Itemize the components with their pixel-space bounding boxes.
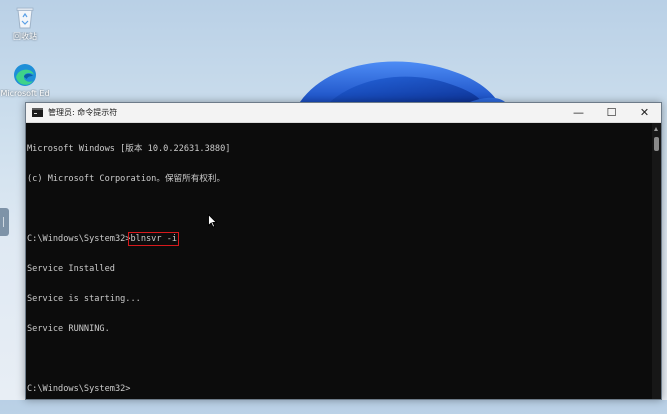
scrollbar-thumb[interactable] [654,137,659,151]
maximize-button[interactable]: ☐ [595,103,628,122]
desktop-icon-label: Microsoft Ed [0,89,50,98]
desktop-icon-label: 回收站 [13,32,37,41]
mouse-cursor-icon [208,214,217,228]
scrollbar[interactable] [652,123,661,399]
console-line: Service RUNNING. [27,324,110,334]
console-line-command: C:\Windows\System32>blnsvr -i [27,232,652,246]
edge-icon [14,64,36,86]
recycle-bin-icon [16,7,34,29]
desktop-icon-recycle-bin[interactable]: 回收站 [0,4,50,42]
desktop-icon-edge[interactable]: Microsoft Ed [0,62,50,99]
title-bar[interactable]: 管理员: 命令提示符 — ☐ ✕ [26,103,661,123]
cmd-icon [32,108,43,117]
console-line: (c) Microsoft Corporation。保留所有权利。 [27,174,226,184]
window-title: 管理员: 命令提示符 [48,108,118,117]
minimize-button[interactable]: — [562,103,595,122]
console-line: Microsoft Windows [版本 10.0.22631.3880] [27,144,231,154]
close-button[interactable]: ✕ [628,103,661,122]
console-prompt-line: C:\Windows\System32> [27,384,131,394]
highlighted-command: blnsvr -i [128,232,180,246]
scroll-up-icon[interactable] [654,127,658,131]
console-prompt: C:\Windows\System32> [27,234,131,244]
console-output[interactable]: Microsoft Windows [版本 10.0.22631.3880] (… [26,123,652,399]
console-line: Service Installed [27,264,115,274]
console-line: Service is starting... [27,294,141,304]
side-panel-handle[interactable] [0,208,9,236]
cmd-window[interactable]: 管理员: 命令提示符 — ☐ ✕ Microsoft Windows [版本 1… [25,102,662,400]
